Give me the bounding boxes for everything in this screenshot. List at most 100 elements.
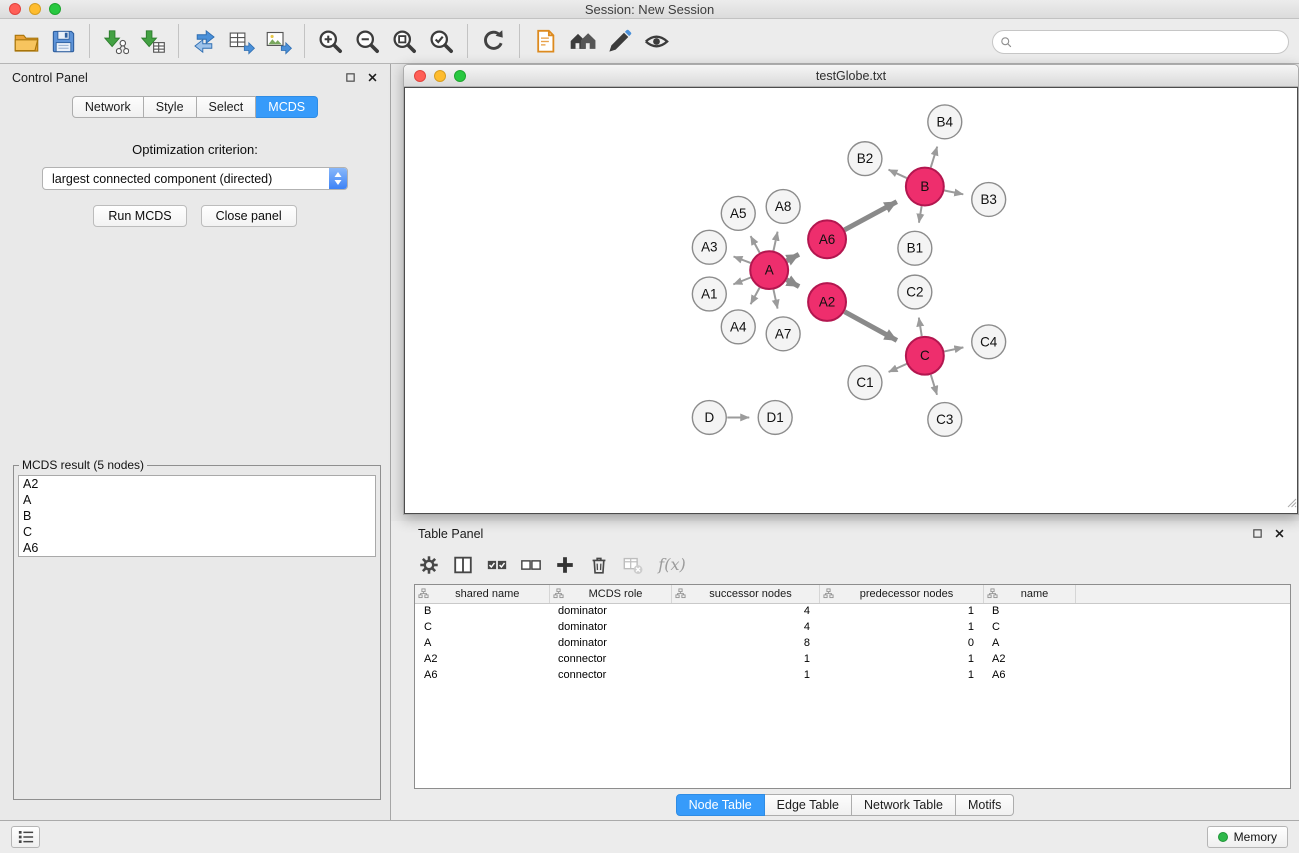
edge-B-B1[interactable] <box>919 206 922 223</box>
table-row[interactable]: Bdominator41B <box>415 603 1290 619</box>
optimization-criterion-dropdown[interactable]: largest connected component (directed) <box>42 167 348 190</box>
node-C[interactable]: C <box>906 337 944 375</box>
cell-successor-nodes[interactable]: 4 <box>671 619 819 635</box>
export-image-button[interactable] <box>260 23 297 59</box>
node-A8[interactable]: A8 <box>766 190 800 224</box>
node-C4[interactable]: C4 <box>972 325 1006 359</box>
network-window-titlebar[interactable]: testGlobe.txt <box>404 65 1298 87</box>
tab-style[interactable]: Style <box>144 96 197 118</box>
node-B1[interactable]: B1 <box>898 231 932 265</box>
edge-B-B4[interactable] <box>931 147 937 168</box>
node-A7[interactable]: A7 <box>766 317 800 351</box>
deselect-all-button[interactable] <box>515 549 546 580</box>
close-panel-button[interactable]: Close panel <box>201 205 297 227</box>
edge-A-A1[interactable] <box>733 278 750 285</box>
columns-button[interactable] <box>447 549 478 580</box>
cell-name[interactable]: B <box>983 603 1075 619</box>
cell-shared-name[interactable]: C <box>415 619 549 635</box>
edge-A-A6[interactable] <box>787 254 799 260</box>
node-A6[interactable]: A6 <box>808 220 846 258</box>
node-B[interactable]: B <box>906 168 944 206</box>
search-field[interactable] <box>992 30 1289 54</box>
export-network-button[interactable] <box>186 23 223 59</box>
node-A4[interactable]: A4 <box>721 310 755 344</box>
tab-motifs[interactable]: Motifs <box>956 794 1014 816</box>
show-graphics-button[interactable] <box>638 23 675 59</box>
cell-successor-nodes[interactable]: 4 <box>671 603 819 619</box>
edge-A-A4[interactable] <box>751 288 760 305</box>
cell-successor-nodes[interactable]: 8 <box>671 635 819 651</box>
edge-A-A3[interactable] <box>734 257 751 263</box>
cell-successor-nodes[interactable]: 1 <box>671 651 819 667</box>
edge-A2-C[interactable] <box>845 312 897 341</box>
cell-successor-nodes[interactable]: 1 <box>671 667 819 683</box>
column-header-shared-name[interactable]: shared name <box>415 585 549 603</box>
cell-predecessor-nodes[interactable]: 1 <box>819 603 983 619</box>
zoom-fit-button[interactable] <box>386 23 423 59</box>
zoom-traffic-light[interactable] <box>49 3 61 15</box>
column-header-MCDS-role[interactable]: MCDS role <box>549 585 671 603</box>
edge-A-A2[interactable] <box>787 280 799 287</box>
cell-predecessor-nodes[interactable]: 1 <box>819 667 983 683</box>
edge-C-C1[interactable] <box>889 364 907 372</box>
tab-mcds[interactable]: MCDS <box>256 96 318 118</box>
network-minimize-traffic-light[interactable] <box>434 70 446 82</box>
network-canvas[interactable]: B4B2BB3A5A8A6A3B1AC2A1A2A4A7C4CC1DD1C3 <box>404 87 1298 514</box>
edge-B-B2[interactable] <box>889 170 907 178</box>
cell-predecessor-nodes[interactable]: 1 <box>819 651 983 667</box>
table-row[interactable]: Cdominator41C <box>415 619 1290 635</box>
zoom-selected-button[interactable] <box>423 23 460 59</box>
node-C1[interactable]: C1 <box>848 366 882 400</box>
table-panel-close-button[interactable] <box>1274 528 1285 539</box>
column-header-name[interactable]: name <box>983 585 1075 603</box>
mcds-result-list[interactable]: A2ABCA6 <box>18 475 376 557</box>
tab-network[interactable]: Network <box>72 96 144 118</box>
tab-network-table[interactable]: Network Table <box>852 794 956 816</box>
edge-A-A8[interactable] <box>773 232 777 251</box>
delete-row-button[interactable] <box>583 549 614 580</box>
show-panels-button[interactable] <box>11 826 40 848</box>
delete-table-button[interactable] <box>617 549 648 580</box>
home-button[interactable] <box>564 23 601 59</box>
edge-C-C2[interactable] <box>919 318 922 336</box>
result-item[interactable]: A6 <box>19 540 375 556</box>
select-all-button[interactable] <box>481 549 512 580</box>
cell-shared-name[interactable]: A <box>415 635 549 651</box>
table-row[interactable]: A2connector11A2 <box>415 651 1290 667</box>
close-traffic-light[interactable] <box>9 3 21 15</box>
gear-button[interactable] <box>413 549 444 580</box>
function-builder-button[interactable]: f(x) <box>651 549 693 580</box>
cell-shared-name[interactable]: B <box>415 603 549 619</box>
import-table-button[interactable] <box>134 23 171 59</box>
control-panel-close-button[interactable] <box>367 72 378 83</box>
edge-A-A5[interactable] <box>751 236 760 253</box>
table-row[interactable]: A6connector11A6 <box>415 667 1290 683</box>
cell-MCDS-role[interactable]: dominator <box>549 635 671 651</box>
cell-MCDS-role[interactable]: connector <box>549 667 671 683</box>
result-item[interactable]: A2 <box>19 476 375 492</box>
resize-grip-icon[interactable] <box>1285 495 1297 513</box>
cell-predecessor-nodes[interactable]: 0 <box>819 635 983 651</box>
control-panel-float-button[interactable] <box>345 72 356 83</box>
table-panel-float-button[interactable] <box>1252 528 1263 539</box>
cell-MCDS-role[interactable]: connector <box>549 651 671 667</box>
network-zoom-traffic-light[interactable] <box>454 70 466 82</box>
network-close-traffic-light[interactable] <box>414 70 426 82</box>
import-network-button[interactable] <box>97 23 134 59</box>
cell-predecessor-nodes[interactable]: 1 <box>819 619 983 635</box>
node-A1[interactable]: A1 <box>692 277 726 311</box>
memory-button[interactable]: Memory <box>1207 826 1288 848</box>
refresh-button[interactable] <box>475 23 512 59</box>
search-input[interactable] <box>1014 35 1282 49</box>
column-header-predecessor-nodes[interactable]: predecessor nodes <box>819 585 983 603</box>
node-A3[interactable]: A3 <box>692 230 726 264</box>
edge-C-C3[interactable] <box>931 375 937 395</box>
cell-shared-name[interactable]: A6 <box>415 667 549 683</box>
node-D[interactable]: D <box>692 401 726 435</box>
cell-name[interactable]: C <box>983 619 1075 635</box>
edge-A-A7[interactable] <box>773 290 777 309</box>
cell-MCDS-role[interactable]: dominator <box>549 619 671 635</box>
edge-C-C4[interactable] <box>944 347 963 351</box>
save-session-button[interactable] <box>45 23 82 59</box>
annotation-pen-button[interactable] <box>601 23 638 59</box>
